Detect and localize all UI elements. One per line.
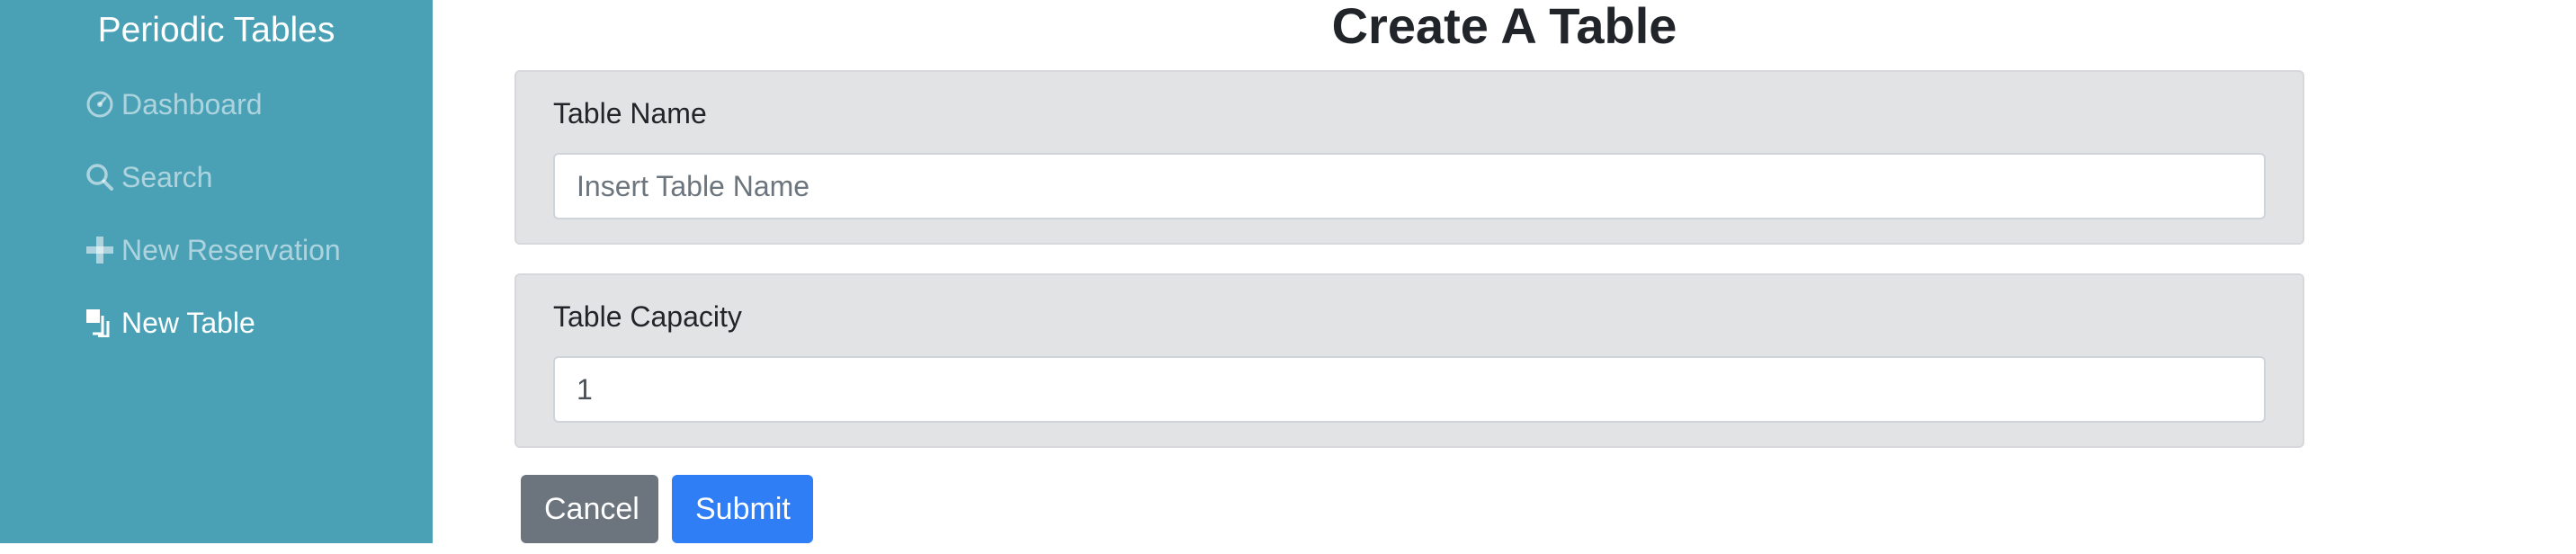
sidebar-item-label: Dashboard bbox=[121, 87, 263, 121]
sidebar-item-search[interactable]: Search bbox=[85, 157, 212, 197]
sidebar-item-new-table[interactable]: New Table bbox=[85, 303, 255, 343]
table-capacity-label: Table Capacity bbox=[553, 300, 742, 333]
main-content: Create A Table Table Name Table Capacity… bbox=[433, 0, 2576, 554]
plus-icon bbox=[85, 236, 114, 264]
sidebar-item-label: New Table bbox=[121, 306, 255, 339]
table-name-input[interactable] bbox=[553, 153, 2266, 219]
sidebar-item-new-reservation[interactable]: New Reservation bbox=[85, 230, 341, 270]
brand-title[interactable]: Periodic Tables bbox=[0, 7, 433, 54]
page-title: Create A Table bbox=[1331, 0, 1677, 54]
layers-icon bbox=[85, 308, 114, 337]
sidebar-item-label: Search bbox=[121, 160, 213, 193]
submit-button[interactable]: Submit bbox=[672, 475, 813, 543]
cancel-button[interactable]: Cancel bbox=[521, 475, 658, 543]
table-name-label: Table Name bbox=[553, 97, 707, 130]
table-name-group: Table Name bbox=[514, 70, 2304, 245]
table-capacity-input[interactable] bbox=[553, 356, 2266, 423]
sidebar-item-label: New Reservation bbox=[121, 233, 341, 266]
table-capacity-group: Table Capacity bbox=[514, 273, 2304, 448]
dashboard-icon bbox=[85, 90, 114, 119]
sidebar: Periodic Tables Dashboard Search New Res… bbox=[0, 0, 433, 543]
sidebar-item-dashboard[interactable]: Dashboard bbox=[85, 85, 263, 124]
search-icon bbox=[85, 163, 114, 192]
